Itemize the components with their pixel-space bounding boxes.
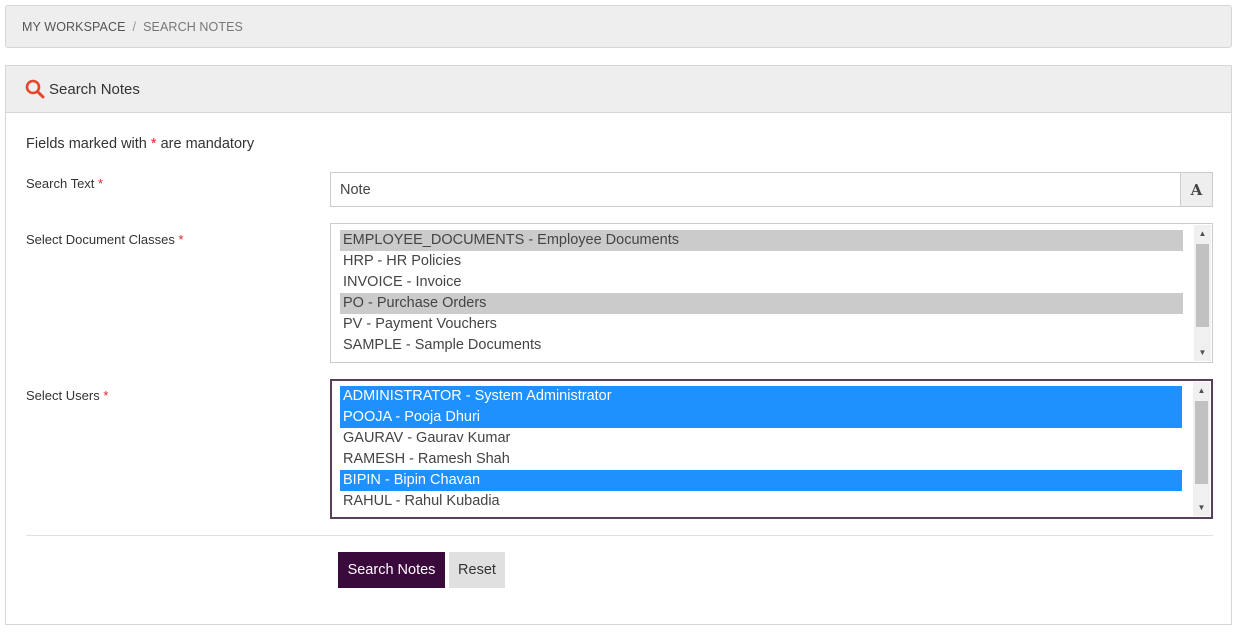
required-star: * [98, 176, 104, 191]
mandatory-note-prefix: Fields marked with [26, 136, 151, 152]
users-scrollbar[interactable]: ▲ ▼ [1193, 382, 1210, 516]
search-icon [25, 79, 45, 99]
search-notes-panel: Search Notes Fields marked with * are ma… [5, 65, 1232, 625]
font-icon[interactable]: A [1180, 173, 1212, 206]
search-text-label: Search Text * [26, 176, 103, 191]
document-classes-options: EMPLOYEE_DOCUMENTS - Employee Documents H… [340, 230, 1183, 356]
users-options: ADMINISTRATOR - System Administrator POOJ… [340, 386, 1182, 512]
scroll-up-icon[interactable]: ▲ [1194, 225, 1211, 242]
user-option[interactable]: RAMESH - Ramesh Shah [340, 449, 1182, 470]
panel-header: Search Notes [6, 66, 1231, 113]
reset-button[interactable]: Reset [449, 552, 505, 588]
user-option[interactable]: BIPIN - Bipin Chavan [340, 470, 1182, 491]
breadcrumb-item-search-notes: SEARCH NOTES [143, 19, 243, 34]
user-option[interactable]: RAHUL - Rahul Kubadia [340, 491, 1182, 512]
scrollbar-thumb[interactable] [1196, 244, 1209, 327]
mandatory-note-suffix: are mandatory [156, 136, 255, 152]
required-star: * [178, 232, 184, 247]
document-class-option[interactable]: INVOICE - Invoice [340, 272, 1183, 293]
search-text-input[interactable] [331, 173, 1180, 206]
breadcrumb-item-my-workspace[interactable]: MY WORKSPACE [22, 20, 126, 34]
document-class-option[interactable]: EMPLOYEE_DOCUMENTS - Employee Documents [340, 230, 1183, 251]
breadcrumb: MY WORKSPACE / SEARCH NOTES [5, 5, 1232, 48]
form-divider [26, 535, 1213, 536]
scroll-down-icon[interactable]: ▼ [1194, 344, 1211, 361]
scroll-down-icon[interactable]: ▼ [1193, 499, 1210, 516]
document-classes-listbox[interactable]: EMPLOYEE_DOCUMENTS - Employee Documents H… [330, 223, 1213, 363]
search-text-label-text: Search Text [26, 176, 95, 191]
document-class-option[interactable]: PV - Payment Vouchers [340, 314, 1183, 335]
document-class-option[interactable]: SAMPLE - Sample Documents [340, 335, 1183, 356]
breadcrumb-separator: / [132, 19, 137, 34]
document-class-option[interactable]: PO - Purchase Orders [340, 293, 1183, 314]
users-label: Select Users * [26, 388, 108, 403]
panel-title: Search Notes [49, 80, 140, 98]
search-text-field: A [330, 172, 1213, 207]
users-label-text: Select Users [26, 388, 100, 403]
scrollbar-thumb[interactable] [1195, 401, 1208, 484]
scroll-up-icon[interactable]: ▲ [1193, 382, 1210, 399]
mandatory-note: Fields marked with * are mandatory [26, 136, 254, 152]
document-classes-label-text: Select Document Classes [26, 232, 175, 247]
document-classes-label: Select Document Classes * [26, 232, 184, 247]
search-notes-button[interactable]: Search Notes [338, 552, 445, 588]
users-listbox[interactable]: ADMINISTRATOR - System Administrator POOJ… [330, 379, 1213, 519]
document-class-option[interactable]: HRP - HR Policies [340, 251, 1183, 272]
document-classes-scrollbar[interactable]: ▲ ▼ [1194, 225, 1211, 361]
user-option[interactable]: GAURAV - Gaurav Kumar [340, 428, 1182, 449]
user-option[interactable]: POOJA - Pooja Dhuri [340, 407, 1182, 428]
required-star: * [103, 388, 109, 403]
user-option[interactable]: ADMINISTRATOR - System Administrator [340, 386, 1182, 407]
